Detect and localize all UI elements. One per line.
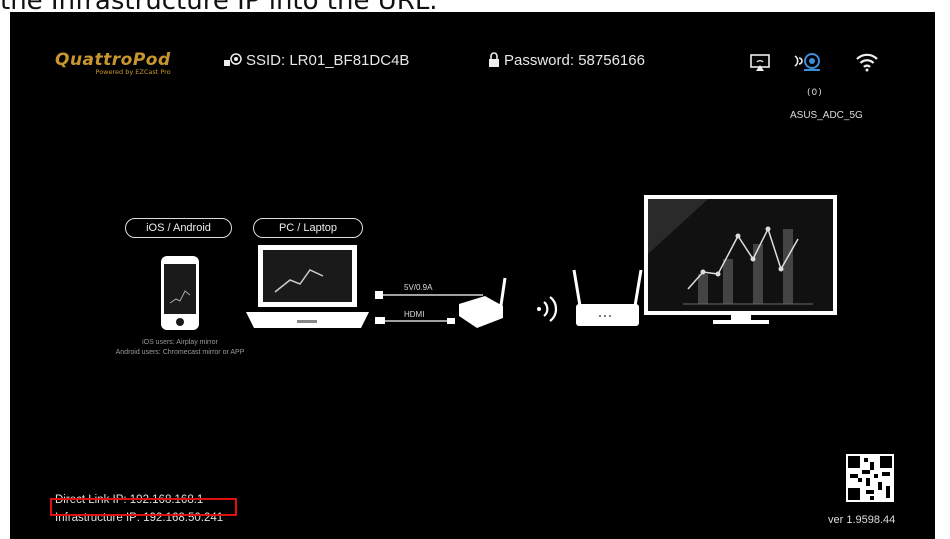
ssid-icon: [224, 53, 242, 66]
receiver-device: [459, 277, 507, 328]
pc-laptop-label: PC / Laptop: [253, 218, 363, 238]
connection-count: (0): [807, 88, 823, 98]
android-note: Android users: Chromecast mirror or APP: [115, 349, 245, 356]
tv-screen: QuattroPod Powered by EZCast Pro SSID: L…: [10, 12, 935, 539]
ssid-text: SSID: LR01_BF81DC4B: [246, 52, 410, 69]
wireless-signal-icon: [537, 296, 558, 322]
qr-code: [846, 454, 894, 502]
brand-name: QuattroPod: [55, 50, 171, 70]
airplay-icon: [750, 54, 770, 71]
version-text: ver 1.9598.44: [828, 514, 896, 526]
lock-icon: [489, 52, 499, 67]
laptop-illustration: [246, 245, 369, 328]
wifi-icon: [856, 53, 878, 72]
phone-illustration: [161, 256, 199, 330]
hdmi-label: HDMI: [404, 310, 425, 319]
password-text: Password: 58756166: [504, 52, 645, 69]
infrastructure-ip-highlight: [50, 498, 237, 516]
router-device: [572, 269, 643, 326]
ios-note: iOS users: Airplay mirror: [142, 339, 218, 346]
usb-label: 5V/0.9A: [404, 283, 433, 292]
network-name: ASUS_ADC_5G: [790, 110, 863, 121]
ios-android-label: iOS / Android: [125, 218, 232, 238]
tv-illustration: [644, 195, 837, 324]
connected-devices-icon: [794, 53, 820, 71]
brand-logo: QuattroPod Powered by EZCast Pro: [55, 50, 171, 76]
